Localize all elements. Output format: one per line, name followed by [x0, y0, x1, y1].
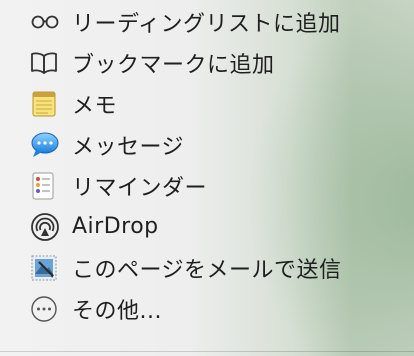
menu-item-airdrop[interactable]: AirDrop — [0, 206, 414, 247]
messages-app-icon — [30, 129, 62, 161]
menu-item-notes[interactable]: メモ — [0, 83, 414, 124]
airdrop-icon — [30, 211, 62, 243]
menu-item-label: このページをメールで送信 — [72, 257, 342, 283]
share-menu: リーディングリストに追加 ブックマークに追加 メモ メッセージ リマインダー A… — [0, 0, 414, 356]
book-icon — [30, 47, 62, 79]
menu-item-add-to-reading-list[interactable]: リーディングリストに追加 — [0, 2, 414, 42]
menu-item-more[interactable]: その他... — [0, 288, 414, 329]
menu-separator — [0, 351, 414, 352]
notes-app-icon — [30, 88, 62, 120]
mail-stamp-icon — [30, 252, 62, 284]
more-ellipsis-icon — [30, 293, 62, 325]
menu-item-label: リーディングリストに追加 — [72, 12, 341, 37]
menu-item-email-page[interactable]: このページをメールで送信 — [0, 247, 414, 288]
menu-item-label: ブックマークに追加 — [72, 52, 275, 78]
menu-item-add-bookmark[interactable]: ブックマークに追加 — [0, 42, 414, 83]
menu-item-label: AirDrop — [72, 214, 159, 239]
menu-item-reminders[interactable]: リマインダー — [0, 165, 414, 206]
menu-item-label: メモ — [72, 93, 118, 119]
reminders-app-icon — [30, 170, 62, 202]
menu-item-label: リマインダー — [72, 175, 208, 201]
menu-item-label: メッセージ — [72, 134, 185, 160]
menu-item-label: その他... — [72, 298, 162, 324]
menu-item-messages[interactable]: メッセージ — [0, 124, 414, 165]
reading-list-glasses-icon — [30, 6, 62, 38]
